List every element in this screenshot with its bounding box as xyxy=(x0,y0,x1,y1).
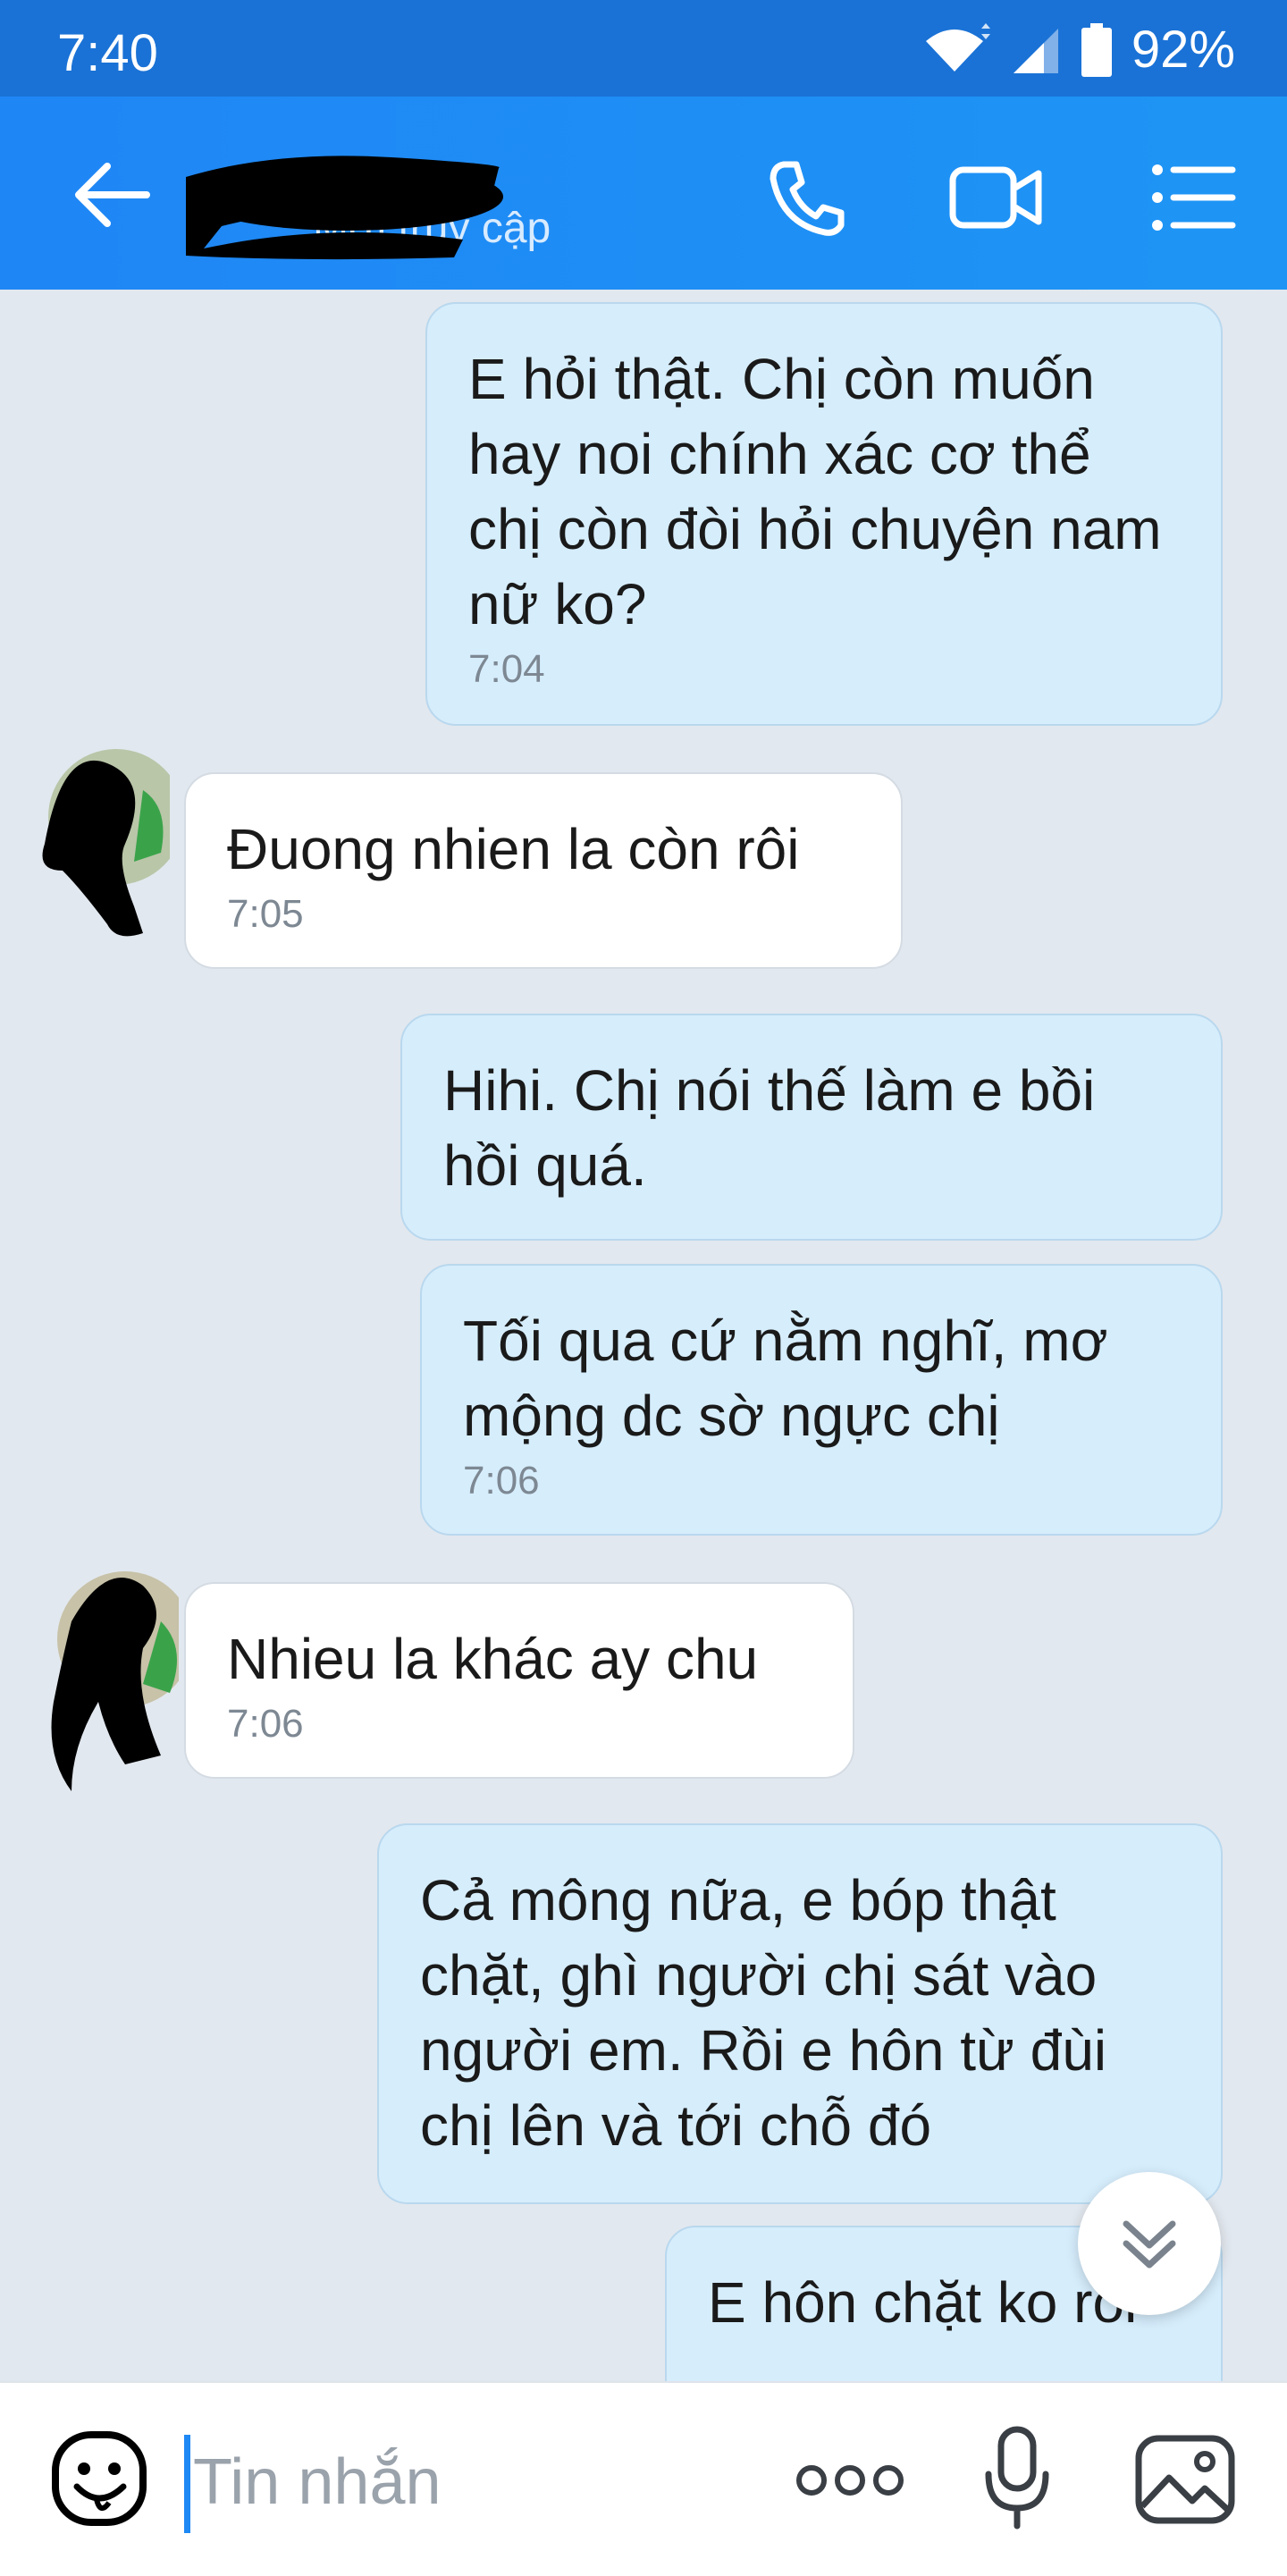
battery-icon xyxy=(1081,22,1112,77)
scroll-down-button[interactable] xyxy=(1078,2172,1221,2315)
message-time: 7:06 xyxy=(463,1459,540,1503)
image-icon[interactable] xyxy=(1133,2433,1237,2526)
message-list[interactable]: E hỏi thật. Chị còn muốn hay noi chính x… xyxy=(0,290,1287,2381)
message-text: E hỏi thật. Chị còn muốn hay noi chính x… xyxy=(468,347,1162,636)
scroll-down-icon xyxy=(1123,2220,1176,2269)
message-composer: Tin nhắn xyxy=(0,2381,1287,2576)
message-bubble-outgoing[interactable]: Hihi. Chị nói thế làm e bồi hồi quá. xyxy=(400,1014,1223,1241)
microphone-icon[interactable] xyxy=(981,2424,1053,2531)
message-bubble-incoming[interactable]: Nhieu la khác ay chu 7:06 xyxy=(184,1582,854,1779)
menu-list-icon[interactable] xyxy=(1148,157,1238,238)
chat-header: Mới truy cập xyxy=(0,97,1287,290)
sticker-icon[interactable] xyxy=(50,2429,148,2528)
message-text: Hihi. Chị nói thế làm e bồi hồi quá. xyxy=(443,1058,1096,1198)
back-arrow-icon[interactable] xyxy=(72,159,152,231)
video-call-icon[interactable] xyxy=(947,157,1046,238)
message-text: Nhieu la khác ay chu xyxy=(227,1627,759,1691)
status-bar: 7:40 92% xyxy=(0,0,1287,97)
avatar xyxy=(42,749,170,937)
message-bubble-incoming[interactable]: Đuong nhien la còn rôi 7:05 xyxy=(184,772,903,969)
battery-percent: 92% xyxy=(1131,21,1235,79)
text-cursor xyxy=(184,2435,190,2533)
message-input[interactable]: Tin nhắn xyxy=(193,2446,442,2519)
phone-icon[interactable] xyxy=(764,157,854,238)
more-options-icon[interactable] xyxy=(794,2458,906,2503)
contact-name-redaction xyxy=(186,156,503,260)
message-text: Tối qua cứ nằm nghĩ, mơ mộng dc sờ ngực … xyxy=(463,1309,1108,1448)
status-icons: 92% xyxy=(919,20,1235,80)
avatar xyxy=(51,1571,179,1791)
message-time: 7:06 xyxy=(227,1702,304,1746)
message-time: 7:04 xyxy=(468,647,545,691)
message-bubble-outgoing[interactable]: E hỏi thật. Chị còn muốn hay noi chính x… xyxy=(425,302,1223,726)
message-bubble-outgoing[interactable]: Cả mông nữa, e bóp thật chặt, ghì người … xyxy=(377,1823,1223,2204)
wifi-icon xyxy=(925,22,990,72)
message-bubble-outgoing[interactable]: Tối qua cứ nằm nghĩ, mơ mộng dc sờ ngực … xyxy=(420,1264,1223,1536)
message-time: 7:05 xyxy=(227,892,304,936)
status-time: 7:40 xyxy=(57,24,158,82)
message-text: Cả mông nữa, e bóp thật chặt, ghì người … xyxy=(420,1868,1107,2158)
signal-icon xyxy=(1013,28,1058,73)
message-text: Đuong nhien la còn rôi xyxy=(227,817,800,881)
